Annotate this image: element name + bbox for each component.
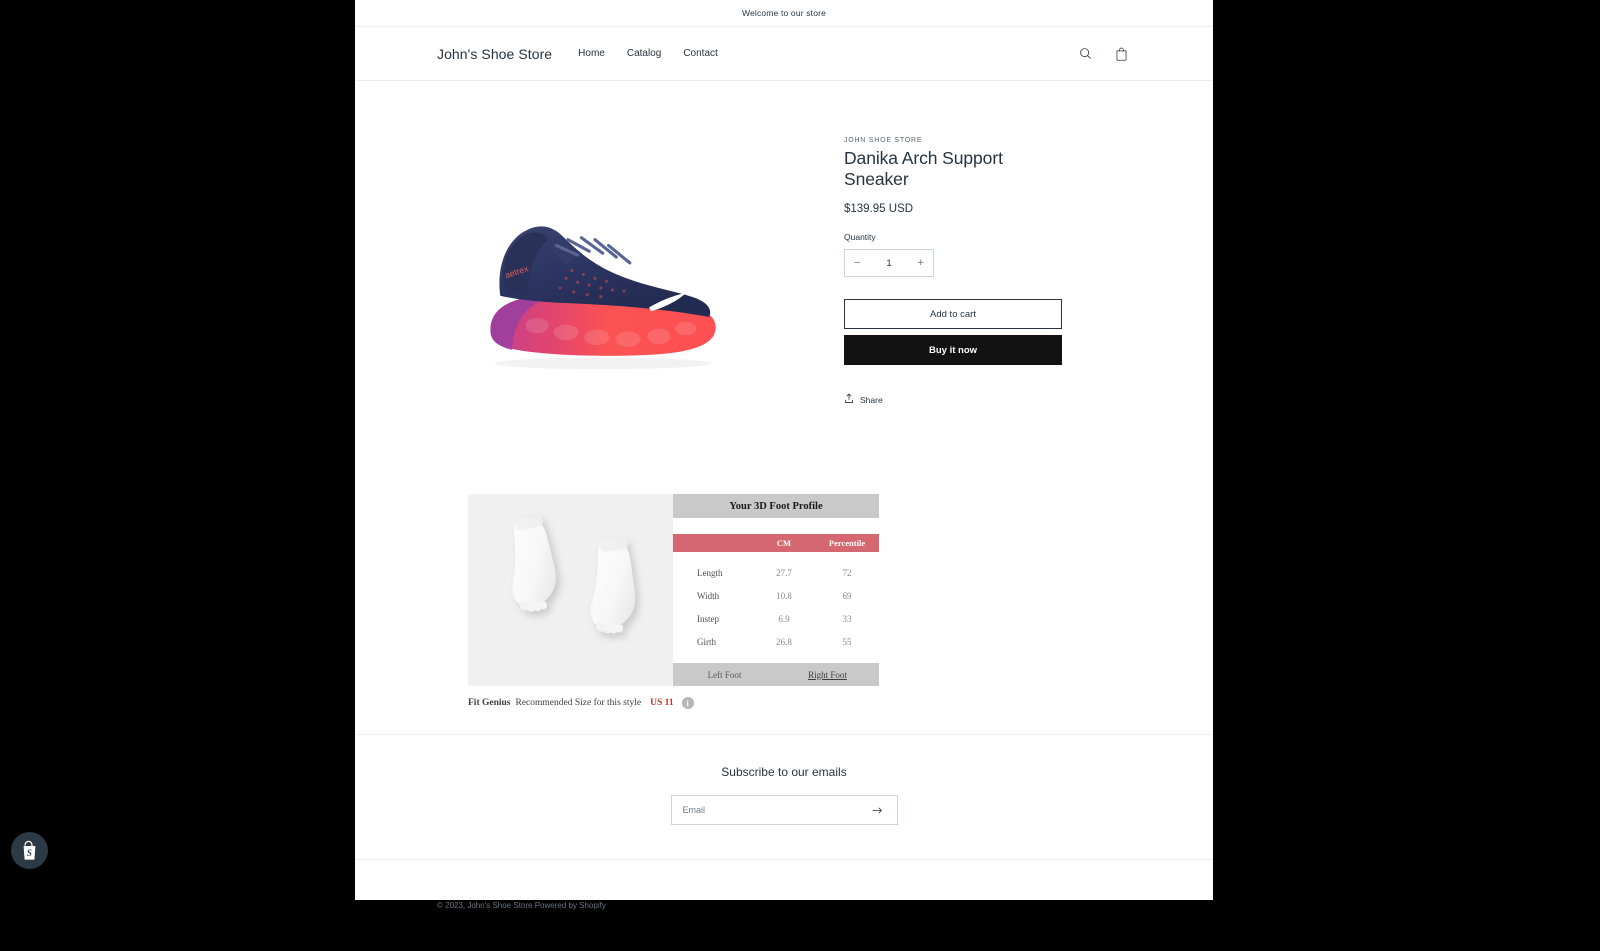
store-logo[interactable]: John's Shoe Store: [437, 46, 552, 62]
product-image[interactable]: aetrex: [437, 129, 752, 447]
tab-right-foot[interactable]: Right Foot: [776, 670, 879, 680]
recommended-size-badge: US 11: [650, 698, 674, 708]
table-body: Length 27.7 72 Width 10.8 69 Instep 6.9 …: [673, 552, 879, 663]
newsletter-form: [670, 795, 898, 825]
foot-measurement-table: Your 3D Foot Profile CM Percentile Lengt…: [673, 494, 879, 686]
table-spacer: [673, 518, 879, 534]
quantity-label: Quantity: [844, 232, 876, 242]
row-label: Instep: [697, 613, 719, 624]
foot-profile-title: Your 3D Foot Profile: [673, 494, 879, 518]
info-icon[interactable]: i: [681, 697, 694, 709]
copyright-text: © 2023, John's Shoe Store Powered by Sho…: [437, 901, 606, 910]
share-icon: [844, 393, 854, 406]
row-cm: 27.7: [776, 567, 792, 578]
product-gallery: aetrex: [437, 129, 752, 447]
quantity-increase-button[interactable]: +: [918, 257, 924, 269]
buy-it-now-button[interactable]: Buy it now: [844, 335, 1062, 365]
table-row: Width 10.8 69: [673, 584, 879, 607]
quantity-decrease-button[interactable]: −: [854, 257, 860, 269]
row-cm: 26.8: [776, 636, 792, 647]
svg-text:S: S: [26, 848, 31, 858]
shopify-logo[interactable]: S: [11, 832, 48, 869]
row-percentile: 33: [842, 613, 852, 624]
header-actions: [1075, 44, 1131, 64]
site-footer: © 2023, John's Shoe Store Powered by Sho…: [355, 859, 1213, 951]
quantity-input[interactable]: 1: [886, 258, 891, 269]
arrow-right-icon: [872, 806, 882, 814]
nav-item-contact[interactable]: Contact: [683, 48, 717, 59]
nav-item-home[interactable]: Home: [578, 48, 605, 59]
table-row: Instep 6.9 33: [673, 607, 879, 630]
table-row: Girth 26.8 55: [673, 630, 879, 653]
add-to-cart-button[interactable]: Add to cart: [844, 299, 1062, 329]
row-label: Girth: [697, 636, 716, 647]
foot-selector-tabs: Left Foot Right Foot: [673, 663, 879, 686]
site-header: John's Shoe Store Home Catalog Contact: [355, 27, 1213, 81]
fit-genius-recommendation: Fit Genius Recommended Size for this sty…: [468, 697, 879, 709]
email-field[interactable]: [682, 805, 870, 815]
newsletter-submit-button[interactable]: [870, 802, 886, 818]
foot-profile-panel: Your 3D Foot Profile CM Percentile Lengt…: [468, 494, 879, 686]
newsletter-heading: Subscribe to our emails: [721, 765, 847, 779]
row-percentile: 72: [842, 567, 852, 578]
row-percentile: 69: [842, 590, 852, 601]
product-section: aetrex JOHN SHOE STORE Danika Arch Suppo…: [355, 81, 1213, 447]
browser-viewport: Welcome to our store John's Shoe Store H…: [11, 0, 1213, 910]
row-percentile: 55: [842, 636, 852, 647]
row-cm: 10.8: [776, 590, 792, 601]
recommendation-text: Recommended Size for this style: [515, 698, 642, 708]
announcement-text: Welcome to our store: [741, 8, 827, 18]
fit-genius-brand: Fit Genius: [468, 698, 511, 708]
main-navigation: Home Catalog Contact: [578, 48, 718, 59]
fit-genius-widget: Your 3D Foot Profile CM Percentile Lengt…: [468, 494, 879, 709]
product-price: $139.95 USD: [844, 203, 914, 215]
table-header-row: CM Percentile: [673, 534, 879, 552]
sneaker-illustration: aetrex: [489, 226, 716, 370]
tab-left-foot[interactable]: Left Foot: [673, 670, 776, 680]
page-title: Danika Arch Support Sneaker: [844, 148, 1003, 189]
row-label: Width: [697, 590, 720, 601]
row-cm: 6.9: [778, 613, 790, 624]
announcement-bar: Welcome to our store: [355, 0, 1213, 27]
column-header-percentile: Percentile: [828, 538, 866, 548]
share-label: Share: [860, 394, 883, 405]
foot-3d-viewer[interactable]: [468, 494, 673, 686]
product-info: JOHN SHOE STORE Danika Arch Support Snea…: [844, 129, 1062, 447]
newsletter-section: Subscribe to our emails: [355, 734, 1213, 859]
cart-icon[interactable]: [1111, 44, 1131, 64]
search-icon[interactable]: [1075, 44, 1095, 64]
share-button[interactable]: Share: [844, 393, 1062, 406]
foot-scan-render: [512, 514, 636, 634]
quantity-stepper: − 1 +: [844, 249, 934, 277]
shopify-bag-icon: S: [23, 840, 35, 860]
nav-item-catalog[interactable]: Catalog: [627, 48, 661, 59]
row-label: Length: [697, 567, 723, 578]
table-row: Length 27.7 72: [673, 561, 879, 584]
column-header-cm: CM: [776, 538, 792, 548]
product-vendor: JOHN SHOE STORE: [844, 137, 923, 144]
